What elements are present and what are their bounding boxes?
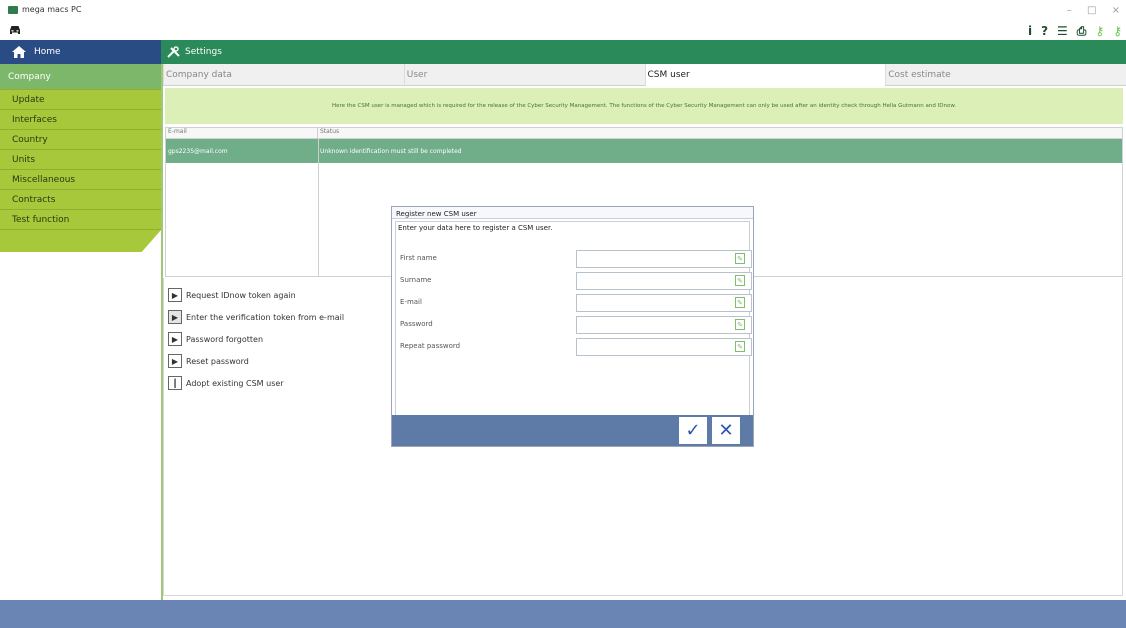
edit-icon[interactable]: ✎ — [735, 319, 745, 330]
first-name-field: First name ✎ — [400, 250, 752, 268]
action-label: Adopt existing CSM user — [186, 378, 284, 388]
tools-icon[interactable]: ⚷ — [1113, 24, 1122, 38]
window-title: mega macs PC — [22, 5, 82, 14]
edit-icon[interactable]: ✎ — [735, 275, 745, 286]
password-field: Password ✎ — [400, 316, 752, 334]
info-icon[interactable]: i — [1028, 24, 1032, 38]
help-icon[interactable]: ? — [1041, 24, 1048, 38]
list-icon[interactable]: ☰ — [1057, 24, 1068, 38]
settings-header: Settings — [161, 40, 1126, 64]
play-icon: ▶ — [168, 332, 182, 346]
sidebar-item-interfaces[interactable]: Interfaces — [0, 110, 161, 130]
toolbar: i ? ☰ ⎙ ⚷ ⚷ — [0, 22, 1126, 40]
surname-field: Surname ✎ — [400, 272, 752, 290]
action-label: Request IDnow token again — [186, 290, 296, 300]
window-controls: – □ × — [1055, 5, 1120, 16]
edit-icon[interactable]: ✎ — [735, 341, 745, 352]
email-label: E-mail — [400, 298, 422, 306]
sidebar: Company Update Interfaces Country Units … — [0, 64, 161, 252]
dialog-body: Enter your data here to register a CSM u… — [395, 221, 752, 417]
first-name-label: First name — [400, 254, 437, 262]
column-header-status[interactable]: Status — [318, 128, 1122, 138]
column-divider — [318, 139, 319, 277]
repeat-password-label: Repeat password — [400, 342, 461, 350]
surname-label: Surname — [400, 276, 432, 284]
dialog-footer: ✓ ✕ — [392, 415, 753, 446]
tab-bar: Company data User CSM user Cost estimate — [163, 64, 1126, 86]
column-header-email[interactable]: E-mail — [166, 128, 318, 138]
tab-cost-estimate[interactable]: Cost estimate — [885, 64, 1126, 86]
settings-label: Settings — [185, 47, 222, 57]
sidebar-tail — [0, 230, 161, 252]
register-csm-user-dialog: Register new CSM user Enter your data he… — [391, 206, 754, 447]
table-row[interactable]: gps2235@mail.com Unknown identification … — [166, 139, 1122, 163]
dialog-title: Register new CSM user — [392, 207, 753, 219]
home-button[interactable]: Home — [0, 40, 161, 64]
play-icon: ▶ — [168, 288, 182, 302]
home-label: Home — [34, 47, 61, 57]
adopt-existing-user-button[interactable]: ┃ Adopt existing CSM user — [168, 372, 378, 394]
bar-icon: ┃ — [168, 376, 182, 390]
status-bar — [0, 600, 1126, 628]
info-message: Here the CSM user is managed which is re… — [165, 88, 1123, 124]
email-input[interactable] — [576, 294, 752, 312]
tab-csm-user[interactable]: CSM user — [644, 64, 886, 86]
cell-status: Unknown identification must still be com… — [320, 147, 462, 155]
toolbar-icons: i ? ☰ ⎙ ⚷ ⚷ — [1028, 22, 1122, 40]
first-name-input[interactable] — [576, 250, 752, 268]
password-input[interactable] — [576, 316, 752, 334]
wrench-screwdriver-icon — [167, 46, 180, 58]
repeat-password-input[interactable] — [576, 338, 752, 356]
edit-icon[interactable]: ✎ — [735, 253, 745, 264]
key-icon[interactable]: ⚷ — [1095, 24, 1104, 38]
sidebar-item-company[interactable]: Company — [0, 64, 161, 90]
printer-icon[interactable]: ⎙ — [1077, 24, 1087, 39]
cancel-button[interactable]: ✕ — [712, 417, 740, 444]
play-icon: ▶ — [168, 354, 182, 368]
title-bar: mega macs PC – □ × — [0, 0, 1126, 22]
tab-user[interactable]: User — [403, 64, 645, 86]
email-field: E-mail ✎ — [400, 294, 752, 312]
request-idnow-token-button[interactable]: ▶ Request IDnow token again — [168, 284, 378, 306]
action-list: ▶ Request IDnow token again ▶ Enter the … — [168, 284, 378, 394]
sidebar-item-contracts[interactable]: Contracts — [0, 190, 161, 210]
sidebar-item-update[interactable]: Update — [0, 90, 161, 110]
car-icon[interactable] — [8, 24, 22, 36]
sidebar-item-miscellaneous[interactable]: Miscellaneous — [0, 170, 161, 190]
cell-email: gps2235@mail.com — [168, 147, 228, 155]
sidebar-item-country[interactable]: Country — [0, 130, 161, 150]
app-logo-icon — [8, 6, 18, 14]
repeat-password-field: Repeat password ✎ — [400, 338, 752, 356]
maximize-button[interactable]: □ — [1087, 5, 1096, 16]
sidebar-item-units[interactable]: Units — [0, 150, 161, 170]
edit-icon[interactable]: ✎ — [735, 297, 745, 308]
surname-input[interactable] — [576, 272, 752, 290]
action-label: Enter the verification token from e-mail — [186, 312, 345, 322]
action-label: Reset password — [186, 356, 249, 366]
minimize-button[interactable]: – — [1067, 5, 1072, 16]
info-text: Here the CSM user is managed which is re… — [331, 103, 957, 109]
password-label: Password — [400, 320, 433, 328]
enter-verification-token-button[interactable]: ▶ Enter the verification token from e-ma… — [168, 306, 378, 328]
close-button[interactable]: × — [1112, 5, 1120, 16]
dialog-intro: Enter your data here to register a CSM u… — [398, 224, 553, 232]
confirm-button[interactable]: ✓ — [679, 417, 707, 444]
reset-password-button[interactable]: ▶ Reset password — [168, 350, 378, 372]
table-header: E-mail Status — [166, 128, 1122, 139]
home-icon — [12, 46, 26, 58]
sidebar-item-test-function[interactable]: Test function — [0, 210, 161, 230]
tab-company-data[interactable]: Company data — [163, 64, 404, 86]
play-icon: ▶ — [168, 310, 182, 324]
password-forgotten-button[interactable]: ▶ Password forgotten — [168, 328, 378, 350]
action-label: Password forgotten — [186, 334, 264, 344]
